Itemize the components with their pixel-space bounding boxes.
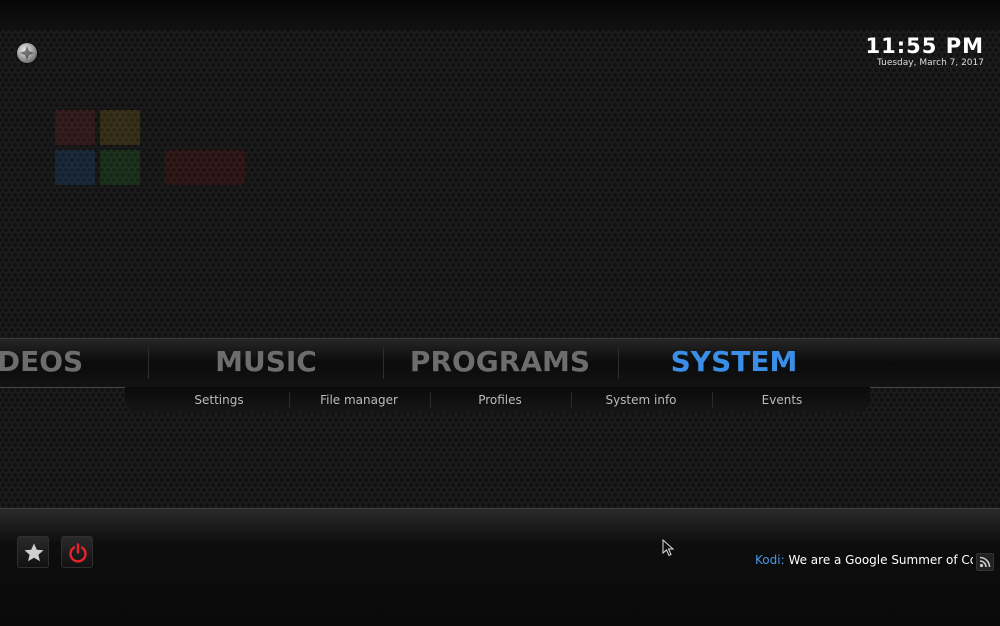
sub-menu-item-events[interactable]: Events bbox=[712, 387, 852, 413]
sub-menu-item-file-manager[interactable]: File manager bbox=[289, 387, 429, 413]
main-menu-item-videos[interactable]: DEOS bbox=[0, 339, 95, 387]
clock-time: 11:55 PM bbox=[865, 34, 984, 58]
kodi-logo-icon bbox=[17, 43, 37, 63]
clock: 11:55 PM Tuesday, March 7, 2017 bbox=[866, 35, 984, 69]
sub-menu-item-settings[interactable]: Settings bbox=[149, 387, 289, 413]
favourites-button[interactable] bbox=[17, 536, 49, 568]
power-icon bbox=[69, 543, 87, 563]
rss-ticker-source: Kodi: bbox=[755, 553, 785, 567]
rss-ticker: Kodi: We are a Google Summer of Co bbox=[755, 553, 973, 571]
main-menu-divider bbox=[148, 347, 149, 379]
rss-icon bbox=[979, 556, 991, 568]
main-menu-item-programs[interactable]: PROGRAMS bbox=[383, 339, 617, 387]
main-menu: DEOS MUSIC PROGRAMS SYSTEM bbox=[0, 338, 1000, 388]
star-icon bbox=[24, 543, 44, 562]
rss-button[interactable] bbox=[976, 553, 994, 571]
mouse-pointer-icon bbox=[662, 538, 676, 561]
sub-menu-item-system-info[interactable]: System info bbox=[571, 387, 711, 413]
background-fanart-image bbox=[55, 110, 145, 190]
main-menu-item-system[interactable]: SYSTEM bbox=[618, 339, 850, 387]
sub-menu-item-profiles[interactable]: Profiles bbox=[430, 387, 570, 413]
power-button[interactable] bbox=[61, 536, 93, 568]
background-fanart-banner bbox=[165, 150, 245, 185]
main-menu-item-music[interactable]: MUSIC bbox=[150, 339, 382, 387]
sub-menu: Settings File manager Profiles System in… bbox=[125, 387, 870, 413]
rss-ticker-text: We are a Google Summer of Co bbox=[788, 553, 973, 567]
clock-date: Tuesday, March 7, 2017 bbox=[877, 58, 984, 68]
top-bar bbox=[0, 0, 1000, 30]
